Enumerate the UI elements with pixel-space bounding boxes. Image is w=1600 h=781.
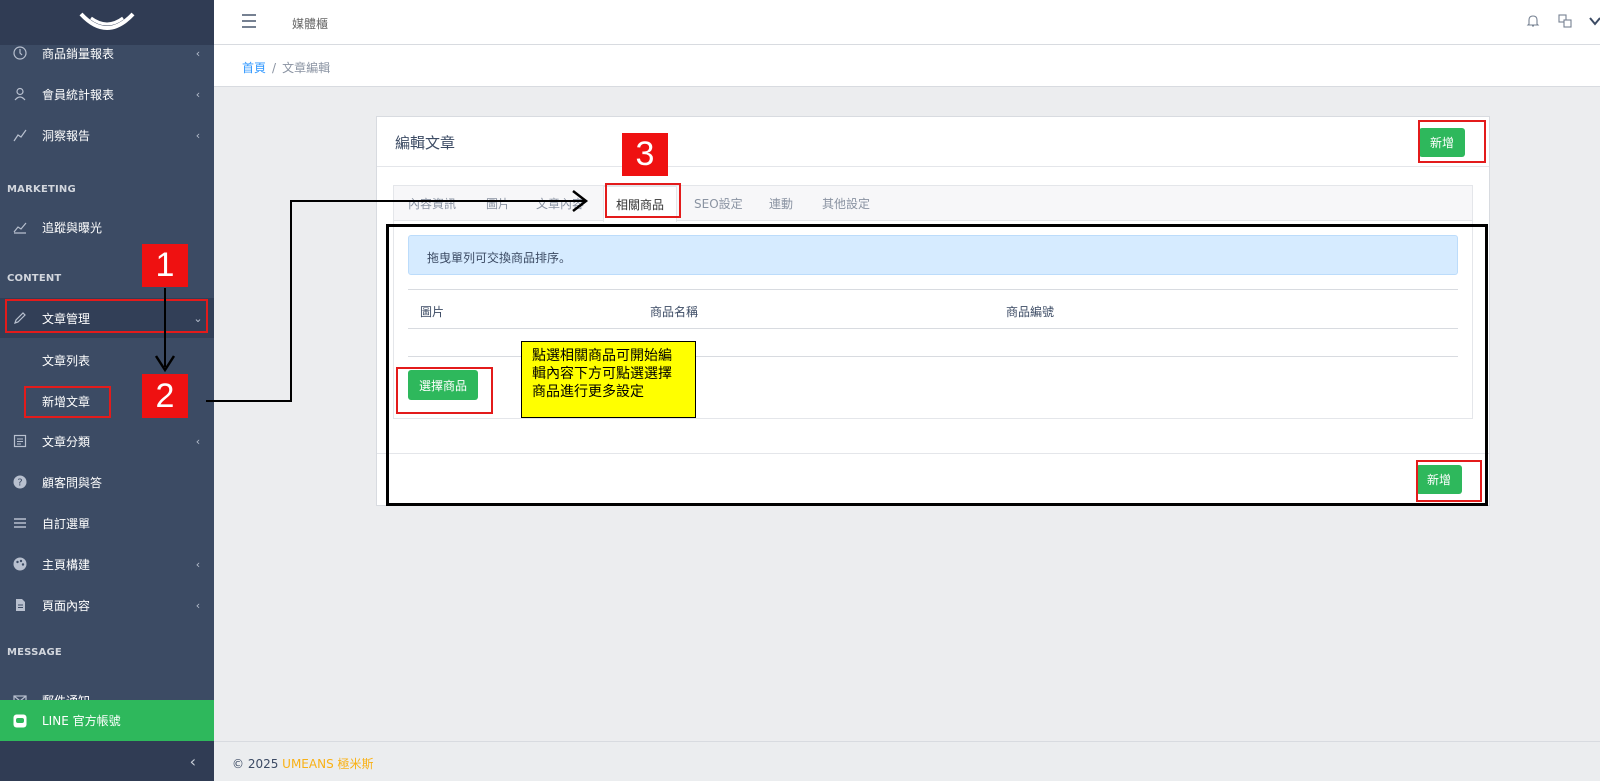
- annotation-arrows: [154, 190, 589, 402]
- instruction-note: 點選相關商品可開始編 輯內容下方可點選選擇 商品進行更多設定: [521, 341, 696, 418]
- page-footer: © 2025 UMEANS 極米斯: [214, 741, 1600, 781]
- arrow-step1-to-step2: [154, 288, 176, 373]
- brand-link[interactable]: UMEANS 極米斯: [282, 757, 373, 771]
- copyright-text: © 2025: [232, 757, 283, 771]
